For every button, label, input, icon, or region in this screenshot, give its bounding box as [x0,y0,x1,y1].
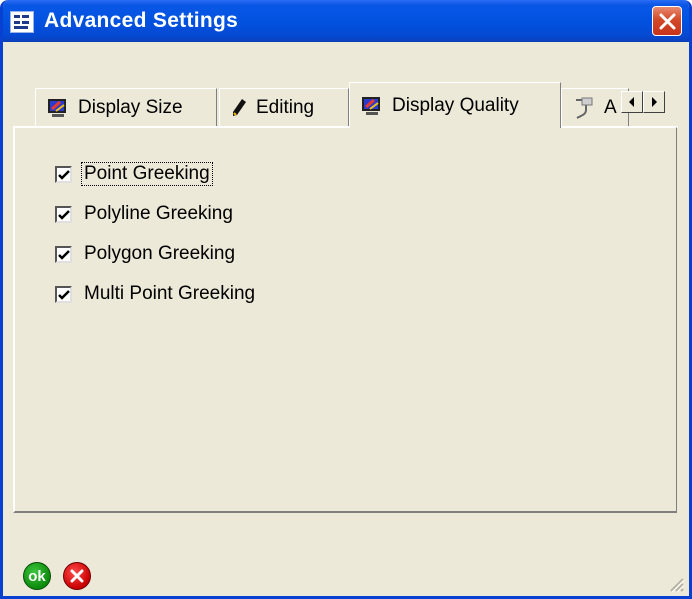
checkmark-icon [58,169,70,180]
tab-scroll-right-button[interactable] [643,91,665,113]
tab-label: A [604,96,617,118]
polyline-greeking-checkbox[interactable] [55,205,72,223]
multi-point-greeking-checkbox[interactable] [55,285,72,303]
resize-grip-icon[interactable] [667,575,685,593]
polygon-greeking-label: Polygon Greeking [84,243,236,264]
monitor-paint-icon [360,95,384,117]
tab-editing[interactable]: Editing [219,88,349,126]
close-icon [659,13,676,30]
ok-button[interactable]: ok [23,562,51,590]
arrow-left-icon [629,97,634,107]
settings-window-icon [10,11,34,33]
tab-display-size[interactable]: Display Size [35,88,217,126]
point-greeking-label: Point Greeking [81,162,213,186]
polygon-greeking-option[interactable]: Polygon Greeking [55,241,237,267]
multi-point-greeking-label: Multi Point Greeking [84,283,256,304]
monitor-paint-icon [46,97,70,119]
pencil-icon [230,97,248,119]
tab-strip: Display Size Editing Display Quality A [13,82,678,128]
checkmark-icon [58,289,70,300]
tab-label: Display Quality [392,94,519,116]
tab-partial[interactable]: A [561,88,629,126]
tab-label: Display Size [78,96,183,118]
polyline-greeking-option[interactable]: Polyline Greeking [55,201,235,227]
plug-icon [572,96,596,120]
tab-scroll-left-button[interactable] [621,91,643,113]
tab-display-quality[interactable]: Display Quality [349,82,561,128]
dialog-footer: ok [3,556,689,596]
window-title: Advanced Settings [44,9,239,32]
polyline-greeking-label: Polyline Greeking [84,203,233,224]
close-button[interactable] [652,6,682,36]
checkmark-icon [58,249,70,260]
ok-label: ok [28,567,46,585]
multi-point-greeking-option[interactable]: Multi Point Greeking [55,281,257,307]
arrow-right-icon [652,97,657,107]
checkmark-icon [58,209,70,220]
point-greeking-checkbox[interactable] [55,165,72,183]
close-icon [70,569,84,583]
cancel-button[interactable] [63,562,91,590]
title-bar[interactable]: Advanced Settings [3,0,689,42]
advanced-settings-dialog: Advanced Settings Display Size Editing D [0,0,692,599]
tab-label: Editing [256,96,315,118]
point-greeking-option[interactable]: Point Greeking [55,161,213,187]
polygon-greeking-checkbox[interactable] [55,245,72,263]
